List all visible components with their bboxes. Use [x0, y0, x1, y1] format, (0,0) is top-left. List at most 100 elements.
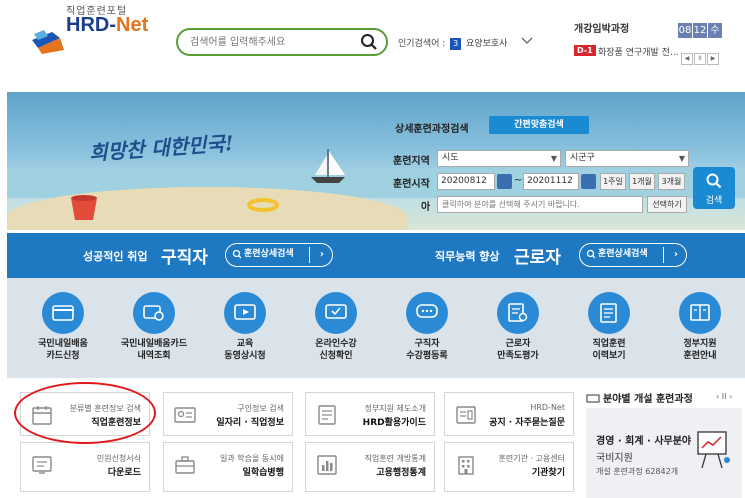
date-day: 12	[693, 23, 707, 38]
quick-label-2: 신청확인	[319, 351, 353, 361]
card-forms-download[interactable]: 민원신청서식 다운로드	[20, 442, 150, 492]
form-icon	[32, 456, 52, 474]
search-icon	[586, 249, 596, 259]
worker-detail-search-label: 훈련상세검색	[598, 249, 648, 259]
field-input[interactable]: 클릭하여 분야를 선택해 주시기 바랍니다.	[437, 196, 643, 213]
date-month: 08	[678, 23, 692, 38]
card-subtitle: 민원신청서식	[96, 454, 141, 463]
field-course-count: 개설 훈련과정 62842개	[596, 467, 679, 476]
field-courses-controls[interactable]: ‹ II ›	[716, 392, 732, 401]
card-work-learning[interactable]: 일과 학습을 동시에 일학습병행	[163, 442, 293, 492]
building-icon	[458, 456, 474, 475]
card-find-institution[interactable]: 훈련기관 · 고용센터 기관찾기	[444, 442, 574, 492]
search-button[interactable]: 검색	[693, 167, 735, 209]
search-icon	[706, 173, 722, 189]
survey-icon	[497, 292, 539, 334]
quick-label-2: 만족도평가	[497, 351, 539, 361]
date-display: 08 12 수	[678, 18, 723, 38]
field-courses-box[interactable]: 경영 · 회계 · 사무분야 국비지원 개설 훈련과정 62842개	[586, 408, 742, 498]
worker-detail-search-button[interactable]: 훈련상세검색 ›	[579, 243, 687, 267]
banner-slogan: 희망찬 대한민국!	[88, 130, 235, 166]
chevron-right-icon: ›	[673, 249, 678, 260]
upcoming-course-title: 개강임박과정	[574, 24, 630, 35]
period-3month-button[interactable]: 3개월	[658, 173, 685, 190]
quick-label-2: 카드신청	[46, 351, 80, 361]
quick-online-check[interactable]: 온라인수강 신청확인	[296, 292, 376, 362]
card-hrd-guide[interactable]: 정부지원 제도소개 HRD활용가이드	[305, 392, 435, 436]
button-divider	[309, 247, 310, 263]
quick-label-1: 교육	[236, 339, 254, 349]
card-notice-faq[interactable]: HRD-Net 공지 · 자주묻는질문	[444, 392, 574, 436]
card-search-icon	[133, 292, 175, 334]
region-select[interactable]: 시도 ▼	[437, 150, 561, 167]
start-date-label: 훈련시작	[393, 179, 430, 190]
quick-label-1: 국민내일배움카드	[120, 339, 188, 349]
date-to-input[interactable]: 20201112	[523, 173, 579, 190]
calendar-icon[interactable]	[497, 174, 512, 189]
field-select-button[interactable]: 선택하기	[647, 196, 687, 213]
worker-subtitle: 직무능력 향상	[435, 250, 500, 263]
card-subtitle: HRD-Net	[530, 403, 565, 412]
popular-label: 인기검색어 :	[398, 39, 446, 49]
quick-training-history[interactable]: 직업훈련 이력보기	[569, 292, 649, 362]
search-box	[176, 28, 388, 56]
quick-satisfaction[interactable]: 근로자 만족도평가	[478, 292, 558, 362]
quick-label-1: 국민내일배움	[38, 339, 88, 349]
period-1week-button[interactable]: 1주일	[600, 173, 626, 190]
card-subtitle: 훈련기관 · 고용센터	[498, 454, 565, 463]
briefcase-icon	[175, 456, 195, 474]
worker-title: 근로자	[514, 248, 561, 268]
monitor-icon	[586, 394, 600, 403]
card-title: 고용행정통계	[376, 468, 426, 478]
date-weekday: 수	[708, 23, 722, 38]
next-button[interactable]: ▶	[707, 53, 719, 65]
quick-label-2: 이력보기	[592, 351, 626, 361]
quick-card-history[interactable]: 국민내일배움카드 내역조회	[114, 292, 194, 362]
quick-card-apply[interactable]: 국민내일배움 카드신청	[23, 292, 103, 362]
pause-button[interactable]: II	[694, 53, 706, 65]
card-subtitle: 정부지원 제도소개	[364, 404, 426, 413]
dday-course-link[interactable]: 화장품 연구개발 전...	[598, 45, 679, 58]
dday-badge: D-1	[574, 45, 596, 56]
card-jobs[interactable]: 구인정보 검색 일자리 · 직업정보	[163, 392, 293, 436]
card-title: 다운로드	[107, 468, 141, 478]
search-button-label: 검색	[705, 196, 723, 206]
period-1month-button[interactable]: 1개월	[629, 173, 655, 190]
book-icon	[679, 292, 721, 334]
jobseeker-subtitle: 성공적인 취업	[83, 250, 148, 263]
video-icon	[224, 292, 266, 334]
date-from-input[interactable]: 20200812	[437, 173, 495, 190]
quick-gov-guide[interactable]: 정부지원 훈련안내	[660, 292, 740, 362]
button-divider	[663, 247, 664, 263]
simple-search-button[interactable]: 간편맞춤검색	[489, 116, 589, 134]
card-title: HRD활용가이드	[362, 418, 426, 428]
jobseeker-title: 구직자	[161, 248, 208, 268]
chat-icon	[406, 292, 448, 334]
card-title: 기관찾기	[531, 468, 565, 478]
user-type-bar: 성공적인 취업 구직자 훈련상세검색 › 직무능력 향상 근로자 훈련상세검색 …	[7, 233, 745, 278]
district-select[interactable]: 시군구 ▼	[565, 150, 689, 167]
sailboat-icon	[311, 149, 345, 183]
quick-review[interactable]: 구직자 수강평등록	[387, 292, 467, 362]
search-icon[interactable]	[360, 33, 378, 51]
card-title: 공지 · 자주묻는질문	[489, 418, 565, 428]
search-input[interactable]	[190, 34, 360, 50]
prev-button[interactable]: ◀	[681, 53, 693, 65]
card-title: 일자리 · 직업정보	[216, 418, 284, 428]
chevron-down-icon[interactable]	[521, 34, 533, 46]
main-banner: 희망찬 대한민국! 상세훈련과정검색 간편맞춤검색 훈련지역 시도 ▼ 시군구 ▼ …	[7, 92, 745, 230]
popular-search[interactable]: 인기검색어 : 3 요양보호사	[398, 36, 507, 50]
logo-hrd: HRD-	[66, 14, 116, 36]
logo-graphic-icon	[32, 30, 64, 54]
calendar-icon[interactable]	[581, 174, 596, 189]
quick-video[interactable]: 교육 동영상시청	[205, 292, 285, 362]
detail-search-title: 상세훈련과정검색	[395, 124, 469, 135]
history-icon	[588, 292, 630, 334]
field-name: 경영 · 회계 · 사무분야	[596, 436, 692, 447]
jobseeker-detail-search-button[interactable]: 훈련상세검색 ›	[225, 243, 333, 267]
popular-term[interactable]: 요양보호사	[466, 39, 507, 49]
field-courses-title: 분야별 개설 훈련과정	[586, 390, 693, 405]
field-label: 아	[421, 202, 431, 213]
quick-label-2: 훈련안내	[683, 351, 717, 361]
card-statistics[interactable]: 직업훈련 개방통계 고용행정통계	[305, 442, 435, 492]
